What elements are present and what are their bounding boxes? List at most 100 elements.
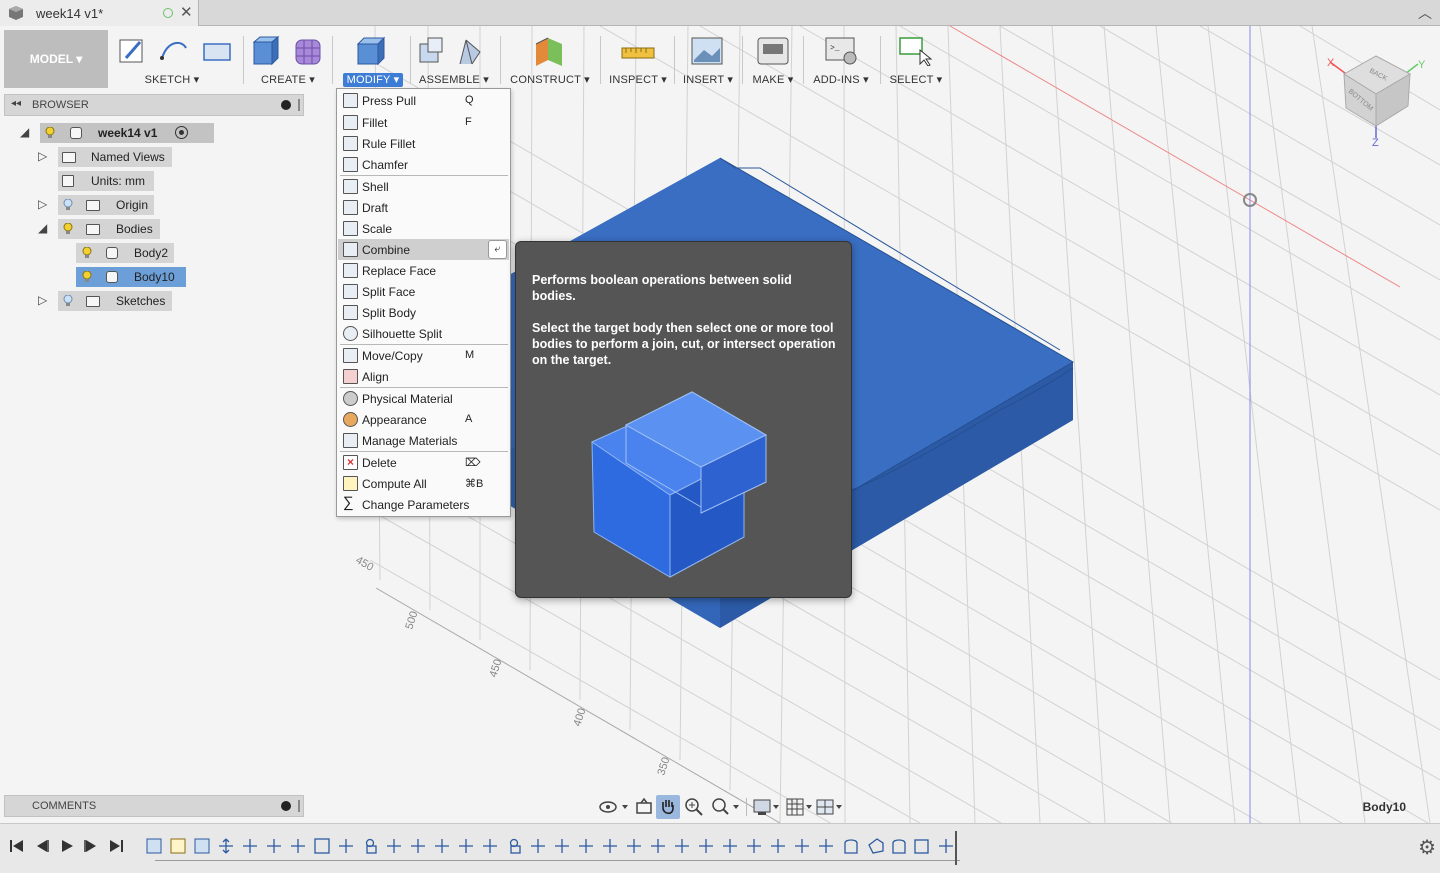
construct-menu[interactable]: CONSTRUCT ▾ xyxy=(504,73,596,86)
comments-panel-header[interactable]: COMMENTS xyxy=(4,795,304,817)
add-comment-icon[interactable] xyxy=(281,801,291,811)
menu-item-replace-face[interactable]: Replace Face xyxy=(338,260,509,281)
assemble-menu[interactable]: ASSEMBLE ▾ xyxy=(414,73,494,86)
inspect-menu[interactable]: INSPECT ▾ xyxy=(604,73,672,86)
workspace-switcher[interactable]: MODEL ▾ xyxy=(4,30,108,88)
timeline-first-button[interactable] xyxy=(8,837,26,855)
timeline-feature-move-icon[interactable] xyxy=(555,839,569,853)
menu-item-combine[interactable]: Combine ⤶ xyxy=(338,239,509,260)
timeline-feature-body-icon[interactable] xyxy=(146,838,162,854)
pan-button[interactable] xyxy=(656,795,680,819)
timeline-feature-move-icon[interactable] xyxy=(603,839,617,853)
menu-item-appearance[interactable]: Appearance A xyxy=(338,409,509,430)
menu-item-fillet[interactable]: Fillet F xyxy=(338,112,509,133)
close-tab-icon[interactable]: ✕ xyxy=(180,3,193,21)
modify-menu-button[interactable]: MODIFY ▾ xyxy=(340,73,406,87)
menu-item-shell[interactable]: Shell xyxy=(338,176,509,197)
timeline-feature-fillet-icon[interactable] xyxy=(844,839,858,854)
toolbar-construct-group[interactable]: CONSTRUCT ▾ xyxy=(504,30,596,88)
expand-triangle-icon[interactable]: ▷ xyxy=(38,149,47,163)
browser-collapse-icon[interactable] xyxy=(281,100,291,110)
toolbar-make-group[interactable]: MAKE ▾ xyxy=(746,30,800,88)
timeline-feature-move-icon[interactable] xyxy=(243,839,257,853)
tree-item-body2[interactable]: Body2 xyxy=(76,243,186,263)
timeline-feature-move-icon[interactable] xyxy=(939,839,953,853)
look-at-button[interactable] xyxy=(632,795,656,819)
collapse-left-icon[interactable]: ◂◂ xyxy=(11,98,21,109)
sketch-menu[interactable]: SKETCH ▾ xyxy=(112,73,232,86)
menu-item-delete[interactable]: × Delete ⌦ xyxy=(338,452,509,473)
addins-menu[interactable]: ADD-INS ▾ xyxy=(806,73,876,86)
timeline-feature-fillet-icon[interactable] xyxy=(892,839,906,854)
menu-item-press-pull[interactable]: Press Pull Q xyxy=(338,90,509,111)
timeline-feature-move-icon[interactable] xyxy=(651,839,665,853)
fit-button[interactable] xyxy=(708,795,742,819)
tree-item-origin[interactable]: ▷ Origin xyxy=(36,195,176,215)
menu-item-physical-material[interactable]: Physical Material xyxy=(338,388,509,409)
timeline-feature-sketch-icon[interactable] xyxy=(170,838,186,854)
timeline-feature-move-icon[interactable] xyxy=(267,839,281,853)
browser-panel-header[interactable]: ◂◂ BROWSER xyxy=(4,94,304,116)
timeline-marker-handle[interactable] xyxy=(955,831,957,865)
menu-item-scale[interactable]: Scale xyxy=(338,218,509,239)
tree-item-sketches[interactable]: ▷ Sketches xyxy=(36,291,176,311)
grid-settings-button[interactable] xyxy=(784,795,814,819)
timeline-prev-button[interactable] xyxy=(33,837,51,855)
timeline-feature-move-icon[interactable] xyxy=(387,839,401,853)
menu-item-rule-fillet[interactable]: Rule Fillet xyxy=(338,133,509,154)
menu-item-draft[interactable]: Draft xyxy=(338,197,509,218)
timeline-track[interactable] xyxy=(145,835,960,861)
tree-item-body10[interactable]: Body10 xyxy=(76,267,188,287)
chevron-up-icon[interactable]: ︿ xyxy=(1418,3,1432,23)
menu-item-compute-all[interactable]: Compute All ⌘B xyxy=(338,473,509,494)
expand-triangle-icon[interactable]: ▷ xyxy=(38,197,47,211)
tree-item-named-views[interactable]: ▷ Named Views xyxy=(36,147,176,167)
tree-root-week14[interactable]: ◢ week14 v1 xyxy=(18,123,214,143)
visibility-bulb-icon[interactable] xyxy=(45,127,55,139)
timeline-feature-move-icon[interactable] xyxy=(723,839,737,853)
document-tab[interactable]: week14 v1* ✕ xyxy=(0,0,199,26)
timeline-feature-move-icon[interactable] xyxy=(411,839,425,853)
select-menu[interactable]: SELECT ▾ xyxy=(884,73,948,86)
timeline-play-button[interactable] xyxy=(58,837,76,855)
viewcube[interactable]: BACK BOTTOM X Y Z xyxy=(1324,48,1428,148)
visibility-bulb-icon[interactable] xyxy=(82,247,92,259)
timeline-feature-move-icon[interactable] xyxy=(747,839,761,853)
toolbar-modify-group[interactable]: MODIFY ▾ xyxy=(338,30,408,88)
gear-icon[interactable]: ⚙ xyxy=(1418,835,1436,860)
zoom-button[interactable] xyxy=(682,795,706,819)
menu-item-silhouette-split[interactable]: Silhouette Split xyxy=(338,323,509,344)
toolbar-addins-group[interactable]: >_ ADD-INS ▾ xyxy=(806,30,876,88)
visibility-bulb-icon[interactable] xyxy=(63,223,73,235)
timeline-feature-move-icon[interactable] xyxy=(459,839,473,853)
timeline-feature-move-icon[interactable] xyxy=(819,839,833,853)
timeline-feature-move-icon[interactable] xyxy=(339,839,353,853)
timeline-feature-combine-icon[interactable] xyxy=(868,838,884,854)
visibility-bulb-off-icon[interactable] xyxy=(63,295,73,307)
menu-item-split-body[interactable]: Split Body xyxy=(338,302,509,323)
collapse-triangle-icon[interactable]: ◢ xyxy=(38,221,47,235)
timeline-feature-move-icon[interactable] xyxy=(675,839,689,853)
menu-item-change-parameters[interactable]: ∑ Change Parameters xyxy=(338,494,509,515)
timeline-feature-move-icon[interactable] xyxy=(219,838,233,854)
timeline-feature-move-icon[interactable] xyxy=(795,839,809,853)
toolbar-insert-group[interactable]: INSERT ▾ xyxy=(678,30,738,88)
timeline-next-button[interactable] xyxy=(82,837,100,855)
comments-resize-handle[interactable] xyxy=(298,800,300,812)
timeline-feature-move-icon[interactable] xyxy=(483,839,497,853)
menu-item-move-copy[interactable]: Move/Copy M xyxy=(338,345,509,366)
timeline-feature-move-icon[interactable] xyxy=(771,839,785,853)
timeline-feature-move-icon[interactable] xyxy=(291,839,305,853)
expand-triangle-icon[interactable]: ▷ xyxy=(38,293,47,307)
collapse-triangle-icon[interactable]: ◢ xyxy=(20,125,29,139)
make-menu[interactable]: MAKE ▾ xyxy=(746,73,800,86)
menu-item-split-face[interactable]: Split Face xyxy=(338,281,509,302)
visibility-bulb-off-icon[interactable] xyxy=(63,199,73,211)
timeline-feature-move-icon[interactable] xyxy=(699,839,713,853)
timeline-last-button[interactable] xyxy=(107,837,125,855)
viewports-button[interactable] xyxy=(814,795,844,819)
toolbar-select-group[interactable]: SELECT ▾ xyxy=(884,30,948,88)
timeline-feature-scale-icon[interactable] xyxy=(314,838,330,854)
tree-item-units[interactable]: Units: mm xyxy=(36,171,176,191)
timeline-feature-body-icon[interactable] xyxy=(914,839,929,854)
